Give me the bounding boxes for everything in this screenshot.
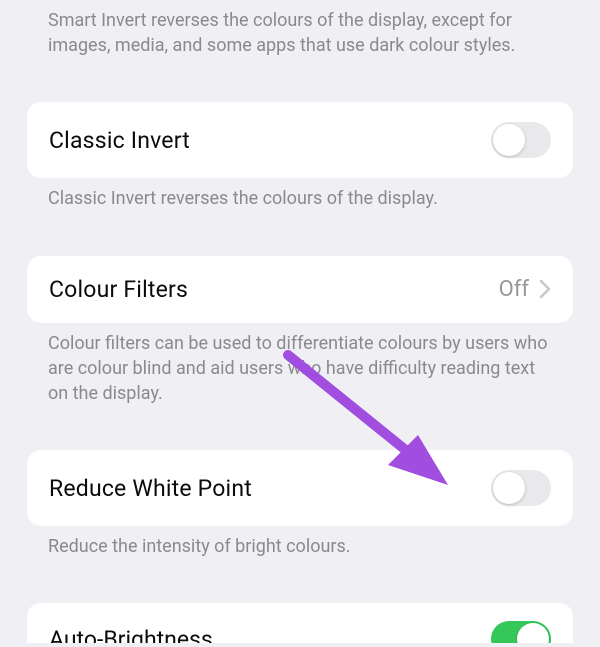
classic-invert-desc: Classic Invert reverses the colours of t… bbox=[0, 178, 600, 229]
colour-filters-title: Colour Filters bbox=[49, 276, 188, 303]
smart-invert-desc: Smart Invert reverses the colours of the… bbox=[0, 0, 600, 76]
toggle-knob bbox=[493, 472, 525, 504]
auto-brightness-title: Auto-Brightness bbox=[49, 626, 213, 644]
classic-invert-title: Classic Invert bbox=[49, 127, 190, 154]
reduce-white-point-row[interactable]: Reduce White Point bbox=[27, 450, 573, 526]
auto-brightness-toggle[interactable] bbox=[491, 621, 551, 643]
reduce-white-point-desc: Reduce the intensity of bright colours. bbox=[0, 526, 600, 577]
chevron-right-icon bbox=[539, 279, 551, 299]
toggle-knob bbox=[517, 623, 549, 643]
classic-invert-row[interactable]: Classic Invert bbox=[27, 102, 573, 178]
classic-invert-toggle[interactable] bbox=[491, 122, 551, 158]
reduce-white-point-title: Reduce White Point bbox=[49, 475, 252, 502]
reduce-white-point-toggle[interactable] bbox=[491, 470, 551, 506]
toggle-knob bbox=[493, 124, 525, 156]
colour-filters-value: Off bbox=[499, 277, 529, 302]
colour-filters-desc: Colour filters can be used to differenti… bbox=[0, 323, 600, 425]
colour-filters-row[interactable]: Colour Filters Off bbox=[27, 256, 573, 323]
auto-brightness-row[interactable]: Auto-Brightness bbox=[27, 603, 573, 643]
